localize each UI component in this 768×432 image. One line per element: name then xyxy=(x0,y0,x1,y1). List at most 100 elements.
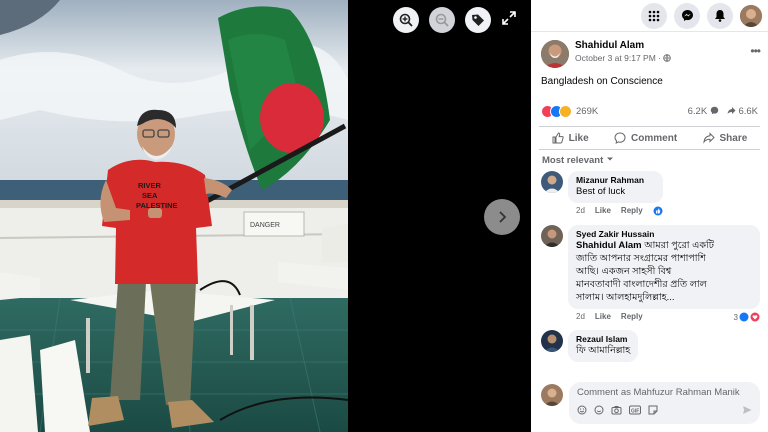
comment-reaction-count: 3 xyxy=(733,312,738,322)
comment-input-placeholder: Comment as Mahfuzur Rahman Manik xyxy=(577,387,740,398)
post-stats: 269K 6.2K 6.6K xyxy=(531,100,768,122)
reaction-count[interactable]: 269K xyxy=(576,106,598,117)
comment-reply-button[interactable]: Reply xyxy=(621,312,643,322)
thumbs-up-icon xyxy=(552,132,564,144)
globe-icon xyxy=(663,54,672,62)
post-actions-bar: Like Comment Share xyxy=(539,126,760,150)
post-photo[interactable]: DANGER RIVER SEA PALESTINE xyxy=(0,0,348,432)
commenter-avatar[interactable] xyxy=(541,225,563,247)
commenter-name[interactable]: Mizanur Rahman xyxy=(576,175,655,185)
top-nav-bar xyxy=(531,0,768,32)
messenger-button[interactable] xyxy=(674,2,700,29)
comment-text: Shahidul Alam আমরা পুরো একটি জাতি আপনার … xyxy=(576,239,752,304)
comment-time[interactable]: 2d xyxy=(576,312,585,322)
comment-text: Best of luck xyxy=(576,186,626,197)
like-reaction-icon xyxy=(653,206,663,216)
sort-label: Most relevant xyxy=(542,155,604,166)
comment-button[interactable]: Comment xyxy=(614,132,677,144)
commenter-name[interactable]: Rezaul Islam xyxy=(576,334,630,344)
smiley-icon[interactable] xyxy=(594,405,604,415)
post-timestamp[interactable]: October 3 at 9:17 PM · xyxy=(575,53,672,63)
author-avatar[interactable] xyxy=(541,40,569,68)
send-icon[interactable] xyxy=(742,405,752,415)
comment-bubble: Mizanur Rahman Best of luck xyxy=(568,171,663,203)
sticker-icon[interactable] xyxy=(648,405,658,415)
next-photo-button[interactable] xyxy=(484,199,520,235)
svg-text:GIF: GIF xyxy=(631,408,639,414)
comment-label: Comment xyxy=(631,132,678,144)
zoom-out-button[interactable] xyxy=(429,7,455,33)
expand-button[interactable] xyxy=(501,10,517,26)
comment-text-line5: সালাম। আলহামদুলিল্লাহ... xyxy=(576,292,675,303)
profile-avatar[interactable] xyxy=(740,4,762,27)
photo-viewer: DANGER RIVER SEA PALESTINE xyxy=(0,0,531,432)
more-options-icon[interactable]: ••• xyxy=(750,44,761,58)
reaction-icons[interactable] xyxy=(541,104,572,118)
share-button[interactable]: Share xyxy=(702,132,748,144)
notifications-button[interactable] xyxy=(707,2,733,29)
danger-sign-text: DANGER xyxy=(250,222,280,229)
comment-bubble: Rezaul Islam ফি আমানিল্লাহ xyxy=(568,330,639,362)
comment-text-line1: আমরা পুরো একটি xyxy=(644,240,714,251)
care-reaction-icon xyxy=(559,104,572,118)
comment-item: Syed Zakir Hussain Shahidul Alam আমরা পু… xyxy=(531,225,768,322)
comment-reactions[interactable]: 3 xyxy=(734,312,760,322)
comment-input[interactable]: Comment as Mahfuzur Rahman Manik GIF xyxy=(569,382,760,424)
like-label: Like xyxy=(568,132,589,144)
love-reaction-icon xyxy=(750,312,760,322)
my-avatar xyxy=(541,384,563,406)
comment-bubble: Syed Zakir Hussain Shahidul Alam আমরা পু… xyxy=(568,225,760,309)
caret-down-icon xyxy=(606,157,613,161)
menu-grid-icon xyxy=(648,10,660,21)
comment-text-line3: আছি। একজন সাহসী বিশ্ব xyxy=(576,266,672,277)
comment-text-line4: মানবতাবাদী বাংলাদেশীর প্রতি লাল xyxy=(576,279,707,290)
shirt-text-1: RIVER xyxy=(138,181,162,190)
share-arrow-small-icon xyxy=(727,106,736,114)
mentioned-user[interactable]: Shahidul Alam xyxy=(576,240,642,251)
menu-button[interactable] xyxy=(641,2,667,29)
comment-reply-button[interactable]: Reply xyxy=(621,206,643,216)
post-side-panel: Shahidul Alam October 3 at 9:17 PM · •••… xyxy=(531,0,768,432)
comment-icon xyxy=(614,132,626,144)
like-button[interactable]: Like xyxy=(552,132,589,144)
comment-text: ফি আমানিল্লাহ xyxy=(576,345,631,356)
photo-view-page: DANGER RIVER SEA PALESTINE Shahidul Alam… xyxy=(0,0,768,432)
camera-icon[interactable] xyxy=(611,405,622,415)
share-count-group[interactable]: 6.6K xyxy=(727,106,758,117)
comment-like-button[interactable]: Like xyxy=(595,206,611,216)
expand-icon xyxy=(502,11,516,25)
post-author-name[interactable]: Shahidul Alam xyxy=(575,40,671,51)
viewer-toolbar xyxy=(393,7,491,33)
gif-icon[interactable]: GIF xyxy=(629,405,641,415)
comment-like-button[interactable]: Like xyxy=(595,312,611,322)
comment-item: Mizanur Rahman Best of luck 2d Like Repl… xyxy=(531,171,768,216)
comment-count: 6.2K xyxy=(687,105,708,117)
tag-icon xyxy=(472,14,484,26)
comment-actions: 2d Like Reply 3 xyxy=(568,309,760,322)
messenger-icon xyxy=(681,10,693,21)
comment-count-group[interactable]: 6.2K xyxy=(688,106,719,117)
share-label: Share xyxy=(719,132,748,144)
commenter-avatar[interactable] xyxy=(541,330,563,352)
zoom-out-icon xyxy=(435,13,449,27)
shirt-text-2: SEA xyxy=(142,191,158,200)
like-reaction-icon xyxy=(739,312,749,322)
comment-sort-dropdown[interactable]: Most relevant xyxy=(531,150,768,170)
emoji-icon[interactable] xyxy=(577,405,587,415)
zoom-in-button[interactable] xyxy=(393,7,419,33)
comment-time[interactable]: 2d xyxy=(576,206,585,216)
post-caption: Bangladesh on Conscience xyxy=(541,76,663,87)
share-icon xyxy=(702,132,715,144)
share-count: 6.6K xyxy=(738,105,758,117)
comment-bubble-icon xyxy=(710,106,719,114)
commenter-avatar[interactable] xyxy=(541,171,563,193)
notifications-bell-icon xyxy=(715,10,725,22)
comment-item: Rezaul Islam ফি আমানিল্লাহ xyxy=(531,330,768,362)
chevron-right-icon xyxy=(499,211,507,223)
commenter-name[interactable]: Syed Zakir Hussain xyxy=(576,229,752,239)
comment-text-line2: জাতি আপনার সংগ্রামের পাশাপাশি xyxy=(576,253,706,264)
comment-composer: Comment as Mahfuzur Rahman Manik GIF xyxy=(531,382,768,432)
post-header: Shahidul Alam October 3 at 9:17 PM · ••• xyxy=(531,32,768,68)
tag-photo-button[interactable] xyxy=(465,7,491,33)
zoom-in-icon xyxy=(399,13,413,27)
